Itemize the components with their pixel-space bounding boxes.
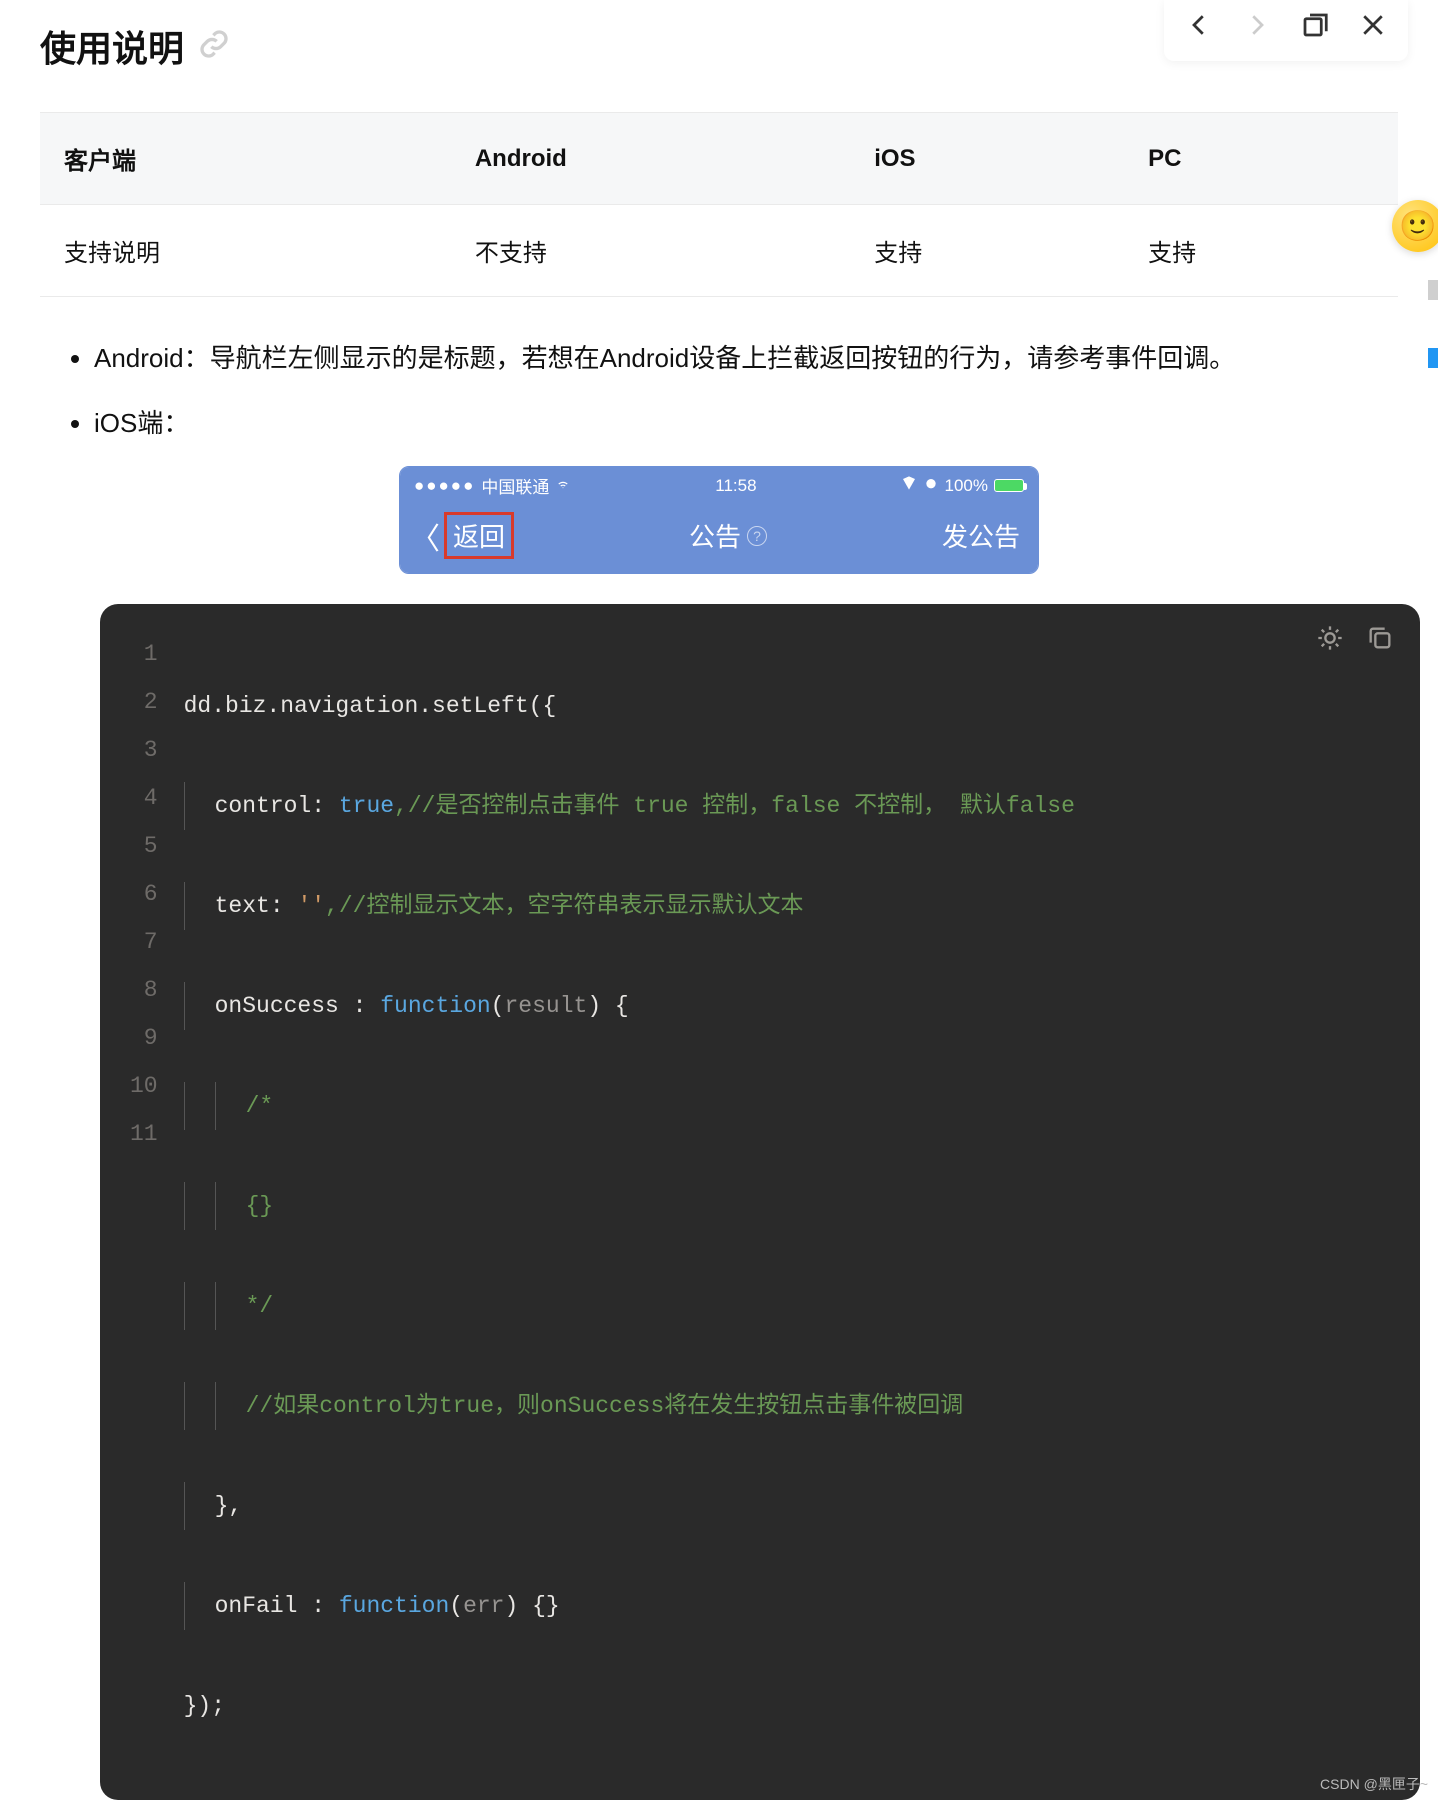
code-l4-fn: function	[380, 993, 490, 1019]
th-client: 客户端	[40, 113, 451, 205]
code-l4-a: onSuccess :	[215, 993, 381, 1019]
code-l4-b: (	[491, 993, 505, 1019]
chevron-left-icon: 〈	[410, 514, 440, 558]
location-icon	[901, 475, 917, 496]
code-source[interactable]: dd.biz.navigation.setLeft({ control: tru…	[184, 630, 1420, 1782]
code-l5: /*	[246, 1093, 274, 1119]
scroll-marker-blue	[1428, 348, 1438, 368]
nav-title: 公告	[689, 517, 741, 554]
anchor-link-icon[interactable]	[198, 28, 230, 65]
code-l3-val: ''	[297, 893, 325, 919]
window-icon[interactable]	[1300, 10, 1330, 45]
code-l1: dd.biz.navigation.setLeft({	[184, 693, 557, 719]
signal-dots-icon: ●●●●●	[414, 476, 475, 496]
notes-list: Android：导航栏左侧显示的是标题，若想在Android设备上拦截返回按钮的…	[40, 333, 1398, 448]
copy-icon[interactable]	[1366, 624, 1394, 659]
code-block: 1234567891011 dd.biz.navigation.setLeft(…	[100, 604, 1420, 1800]
code-l2-key: control	[215, 793, 312, 819]
scroll-marker-grey	[1428, 280, 1438, 300]
code-l10-a: onFail :	[215, 1593, 339, 1619]
battery-icon	[994, 479, 1024, 492]
td-ios: 支持	[850, 205, 1124, 297]
code-l2-val: true	[339, 793, 394, 819]
page-title: 使用说明	[40, 20, 184, 72]
code-l10-fn: function	[339, 1593, 449, 1619]
td-android: 不支持	[451, 205, 850, 297]
code-l6: {}	[246, 1193, 274, 1219]
code-l8: //如果control为true，则onSuccess将在发生按钮点击事件被回调	[246, 1393, 964, 1419]
code-l3-key: text	[215, 893, 270, 919]
th-pc: PC	[1124, 113, 1398, 205]
td-pc: 支持	[1124, 205, 1398, 297]
code-l3-cm: ,//控制显示文本，空字符串表示显示默认文本	[325, 893, 803, 919]
page-toolbar	[1164, 0, 1408, 61]
code-l10-p: err	[463, 1593, 504, 1619]
code-l4-c: ) {	[587, 993, 628, 1019]
emoji-badge[interactable]: 🙂	[1392, 200, 1438, 252]
alarm-icon	[923, 475, 939, 496]
td-label: 支持说明	[40, 205, 451, 297]
ios-navbar-screenshot: ●●●●● 中国联通 11:58 100% 〈 返回 公告	[399, 466, 1039, 574]
help-icon: ?	[747, 526, 767, 546]
nav-forward-icon	[1242, 10, 1272, 45]
back-button-highlighted: 返回	[444, 512, 514, 559]
wifi-icon	[555, 475, 571, 496]
theme-toggle-icon[interactable]	[1316, 624, 1344, 659]
ios-nav-row: 〈 返回 公告 ? 发公告	[400, 502, 1038, 573]
battery-pct: 100%	[945, 476, 988, 496]
note-ios: iOS端：	[94, 398, 1398, 449]
status-time: 11:58	[715, 476, 756, 496]
watermark: CSDN @黑匣子~	[1320, 1774, 1428, 1794]
support-table: 客户端 Android iOS PC 支持说明 不支持 支持 支持	[40, 112, 1398, 297]
note-android: Android：导航栏左侧显示的是标题，若想在Android设备上拦截返回按钮的…	[94, 333, 1398, 384]
th-ios: iOS	[850, 113, 1124, 205]
nav-back-icon[interactable]	[1184, 10, 1214, 45]
close-icon[interactable]	[1358, 10, 1388, 45]
nav-right-action: 发公告	[942, 517, 1020, 554]
table-row: 支持说明 不支持 支持 支持	[40, 205, 1398, 297]
code-l11: });	[184, 1693, 225, 1719]
ios-status-bar: ●●●●● 中国联通 11:58 100%	[400, 467, 1038, 502]
line-gutter: 1234567891011	[100, 630, 184, 1782]
code-l2-cm: ,//是否控制点击事件 true 控制，false 不控制， 默认false	[394, 793, 1075, 819]
th-android: Android	[451, 113, 850, 205]
code-l10-c: ) {}	[505, 1593, 560, 1619]
code-l4-p: result	[504, 993, 587, 1019]
code-l10-b: (	[449, 1593, 463, 1619]
carrier-label: 中国联通	[481, 473, 549, 498]
code-l7: */	[246, 1293, 274, 1319]
code-l9: },	[215, 1493, 243, 1519]
